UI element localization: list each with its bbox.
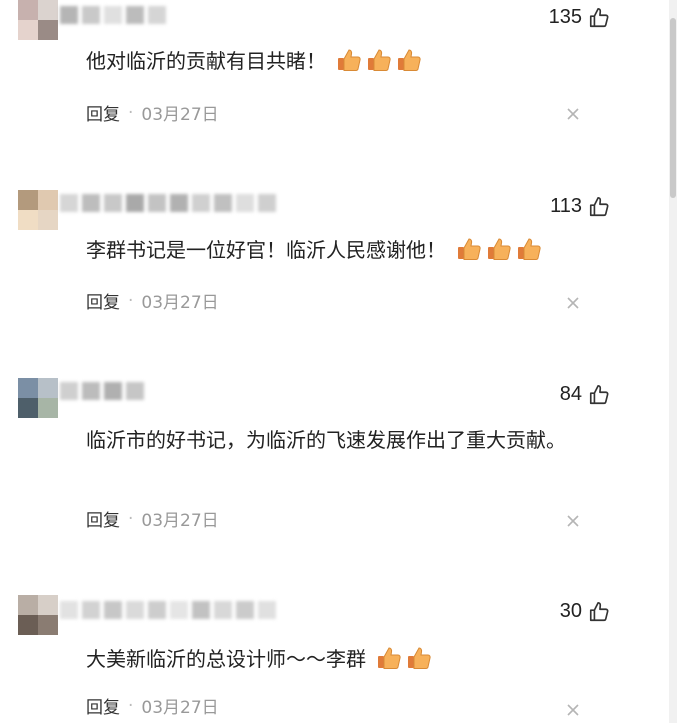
emoji-group [326, 49, 422, 73]
emoji-group [446, 238, 542, 262]
reply-button[interactable]: 回复 [86, 506, 120, 531]
close-icon[interactable] [566, 514, 580, 528]
comment-text-content: 大美新临沂的总设计师～～李群 [86, 647, 366, 671]
thumbs-up-emoji-icon [368, 49, 391, 71]
comment-date: 03月27日 [141, 511, 219, 531]
separator-dot: · [128, 290, 134, 311]
comment-meta: 回复 · 03月27日 [86, 693, 219, 719]
comment-text: 临沂市的好书记，为临沂的飞速发展作出了重大贡献。 [86, 424, 576, 456]
comment-text-content: 临沂市的好书记，为临沂的飞速发展作出了重大贡献。 [86, 428, 566, 452]
comment-text: 大美新临沂的总设计师～～李群 [86, 643, 586, 675]
comment-date: 03月27日 [141, 105, 219, 125]
comment-meta: 回复 · 03月27日 [86, 506, 219, 532]
comment-date: 03月27日 [141, 698, 219, 718]
comment-date: 03月27日 [141, 293, 219, 313]
like-count[interactable]: 30 [560, 600, 610, 623]
avatar[interactable] [18, 378, 58, 418]
separator-dot: · [128, 695, 134, 716]
thumbs-up-emoji-icon [398, 49, 421, 71]
username-blurred[interactable] [60, 6, 170, 26]
avatar[interactable] [18, 595, 58, 635]
close-icon[interactable] [566, 296, 580, 310]
thumbs-up-outline-icon[interactable] [588, 196, 610, 218]
close-icon[interactable] [566, 703, 580, 717]
thumbs-up-emoji-icon [408, 647, 431, 669]
separator-dot: · [128, 508, 134, 529]
comment-text-content: 他对临沂的贡献有目共睹！ [86, 49, 326, 73]
thumbs-up-emoji-icon [378, 647, 401, 669]
like-count-value: 84 [559, 383, 582, 405]
separator-dot: · [128, 102, 134, 123]
scrollbar-thumb[interactable] [670, 18, 676, 198]
close-icon[interactable] [566, 107, 580, 121]
thumbs-up-outline-icon[interactable] [588, 7, 610, 29]
comment-text: 李群书记是一位好官！临沂人民感谢他！ [86, 234, 586, 266]
thumbs-up-emoji-icon [338, 49, 361, 71]
reply-button[interactable]: 回复 [86, 288, 120, 313]
like-count-value: 30 [559, 600, 582, 622]
like-count[interactable]: 135 [549, 6, 610, 29]
thumbs-up-outline-icon[interactable] [588, 384, 610, 406]
avatar[interactable] [18, 0, 58, 40]
like-count-value: 113 [550, 195, 582, 217]
comment-text: 他对临沂的贡献有目共睹！ [86, 45, 586, 77]
emoji-group [366, 647, 432, 671]
like-count-value: 135 [548, 6, 582, 28]
username-blurred[interactable] [60, 194, 280, 214]
thumbs-up-emoji-icon [518, 238, 541, 260]
like-count[interactable]: 84 [560, 383, 610, 406]
comment-meta: 回复 · 03月27日 [86, 100, 219, 126]
comment-meta: 回复 · 03月27日 [86, 288, 219, 314]
comment-text-content: 李群书记是一位好官！临沂人民感谢他！ [86, 238, 446, 262]
scrollbar[interactable] [669, 0, 677, 723]
reply-button[interactable]: 回复 [86, 693, 120, 718]
reply-button[interactable]: 回复 [86, 100, 120, 125]
thumbs-up-emoji-icon [458, 238, 481, 260]
username-blurred[interactable] [60, 382, 148, 402]
avatar[interactable] [18, 190, 58, 230]
thumbs-up-outline-icon[interactable] [588, 601, 610, 623]
username-blurred[interactable] [60, 601, 280, 621]
thumbs-up-emoji-icon [488, 238, 511, 260]
like-count[interactable]: 113 [550, 195, 610, 218]
